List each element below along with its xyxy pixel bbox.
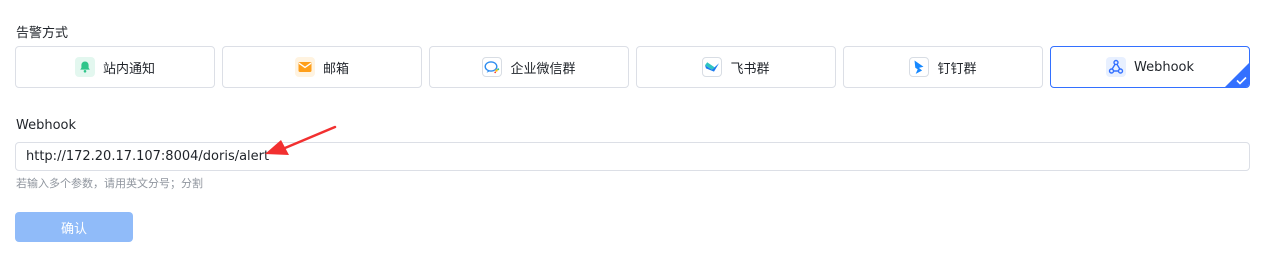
method-label: 钉钉群 [937, 61, 977, 77]
method-label: 站内通知 [102, 61, 155, 77]
method-option-site-notice[interactable]: 站内通知 [15, 46, 215, 88]
method-option-email[interactable]: 邮箱 [222, 46, 422, 88]
confirm-button[interactable]: 确认 [15, 212, 133, 242]
method-option-webhook[interactable]: Webhook [1050, 46, 1250, 88]
method-label: 企业微信群 [510, 61, 576, 77]
mail-icon [294, 57, 315, 77]
dingtalk-icon [909, 57, 930, 77]
webhook-hint: 若输入多个参数，请用英文分号；分割 [16, 177, 203, 190]
method-option-feishu[interactable]: 飞书群 [636, 46, 836, 88]
method-option-wecom[interactable]: 企业微信群 [429, 46, 629, 88]
feishu-icon [702, 57, 723, 77]
method-option-dingtalk[interactable]: 钉钉群 [843, 46, 1043, 88]
alert-method-label: 告警方式 [16, 26, 69, 41]
webhook-icon [1105, 57, 1126, 77]
method-label: 飞书群 [730, 61, 770, 77]
webhook-url-input[interactable] [15, 142, 1250, 171]
alert-method-options: 站内通知 邮箱 企业微信群 飞书群 钉钉群 Webhook [15, 46, 1250, 88]
method-label: 邮箱 [322, 61, 349, 77]
method-label: Webhook [1133, 59, 1195, 75]
bell-icon [74, 57, 95, 77]
wecom-icon [482, 57, 503, 77]
webhook-field-label: Webhook [16, 118, 77, 133]
check-icon [1236, 76, 1247, 85]
